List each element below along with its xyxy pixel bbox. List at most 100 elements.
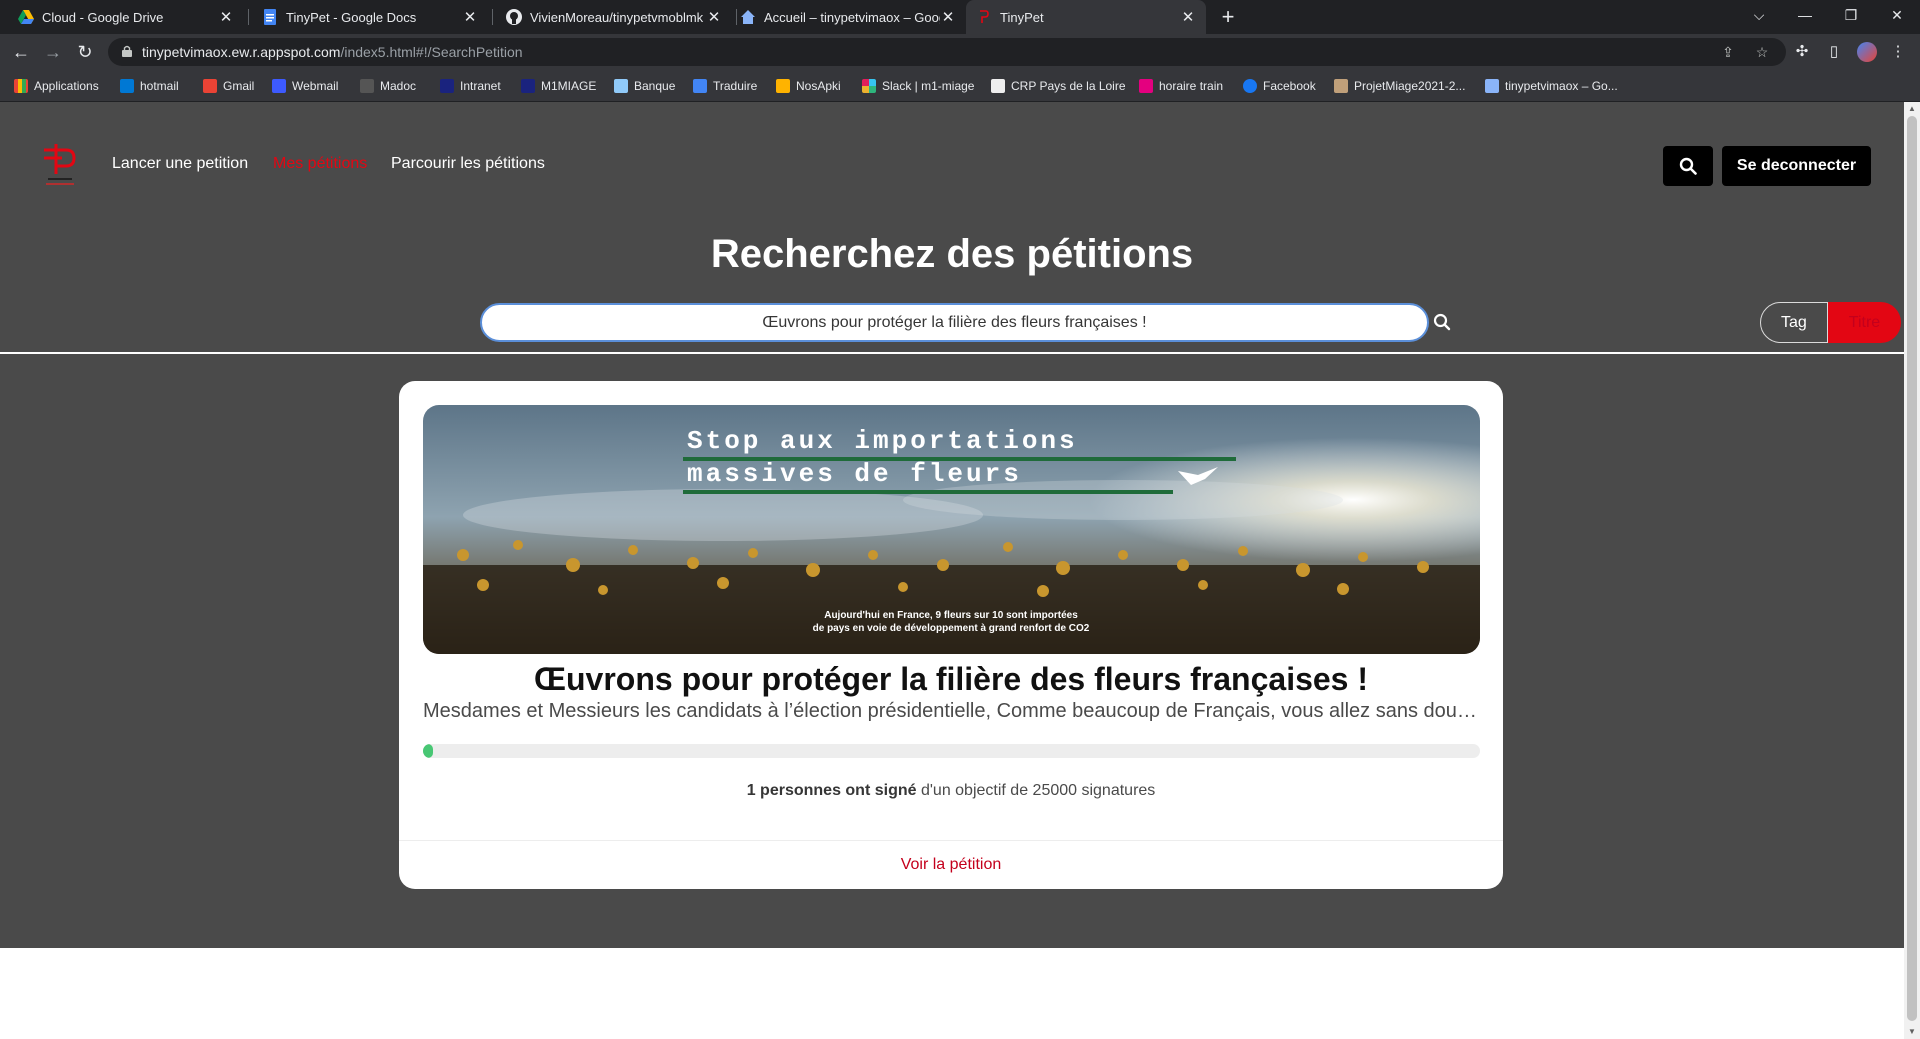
- new-tab-plus-icon[interactable]: +: [1214, 3, 1242, 31]
- crp-icon: [991, 79, 1005, 93]
- image-headline-line1: Stop aux importations: [687, 426, 1078, 456]
- bookmark-slack[interactable]: Slack | m1-miage: [862, 76, 974, 96]
- bookmark-label: Banque: [634, 79, 676, 93]
- tab-title: VivienMoreau/tinypetvmoblmk: [530, 9, 704, 25]
- tab-search-chevron-icon[interactable]: ⌵: [1736, 0, 1782, 30]
- url-host: tinypetvimaox.ew.r.appspot.com: [142, 44, 341, 60]
- nav-search-button[interactable]: [1663, 146, 1713, 186]
- bookmark-label: M1MIAGE: [541, 79, 597, 93]
- tinypet-logo[interactable]: [40, 136, 80, 192]
- scroll-down-arrow-icon[interactable]: ▼: [1904, 1025, 1920, 1039]
- nav-parcourir-petitions[interactable]: Parcourir les pétitions: [391, 155, 545, 173]
- nav-mes-petitions[interactable]: Mes pétitions: [273, 155, 367, 173]
- progress-fill: [423, 744, 433, 758]
- url-text: tinypetvimaox.ew.r.appspot.com/index5.ht…: [142, 44, 523, 60]
- toggle-titre-button[interactable]: Titre: [1827, 302, 1902, 343]
- bookmark-gmail[interactable]: Gmail: [203, 76, 254, 96]
- intranet-icon: [440, 79, 454, 93]
- bookmark-label: Webmail: [292, 79, 339, 93]
- translate-icon: [693, 79, 707, 93]
- reload-icon[interactable]: ↻: [73, 40, 97, 64]
- bookmark-hotmail[interactable]: hotmail: [120, 76, 179, 96]
- search-mode-toggle: Tag Titre: [1760, 302, 1902, 343]
- google-drive-icon: [18, 9, 34, 25]
- lock-icon: [122, 45, 132, 57]
- close-icon[interactable]: ✕: [940, 8, 956, 26]
- nosapki-icon: [776, 79, 790, 93]
- google-docs-icon: [262, 9, 278, 25]
- tab-tinypet-active[interactable]: TinyPet ✕: [966, 0, 1206, 34]
- petition-title: Œuvrons pour protéger la filière des fle…: [533, 661, 1369, 697]
- image-caption-line2: de pays en voie de développement à grand…: [813, 623, 1090, 634]
- side-panel-icon[interactable]: ▯: [1824, 42, 1844, 62]
- tab-google-drive[interactable]: Cloud - Google Drive ✕: [8, 0, 244, 34]
- restore-icon[interactable]: ❐: [1828, 0, 1874, 30]
- window-close-icon[interactable]: ✕: [1874, 0, 1920, 30]
- bookmark-label: horaire train: [1159, 79, 1224, 93]
- signed-count-text: 1 personnes ont signé: [746, 782, 917, 799]
- bookmark-applications[interactable]: Applications: [14, 76, 99, 96]
- close-icon[interactable]: ✕: [462, 8, 478, 26]
- outlook-icon: [120, 79, 134, 93]
- bookmark-crp[interactable]: CRP Pays de la Loire: [991, 76, 1126, 96]
- address-bar[interactable]: tinypetvimaox.ew.r.appspot.com/index5.ht…: [108, 38, 1786, 66]
- bookmark-webmail[interactable]: Webmail: [272, 76, 338, 96]
- minimize-icon[interactable]: —: [1782, 0, 1828, 30]
- scrollbar-thumb[interactable]: [1907, 116, 1917, 1021]
- webmail-icon: [272, 79, 286, 93]
- more-menu-icon[interactable]: ⋮: [1888, 42, 1908, 62]
- page-scrollbar[interactable]: ▲ ▼: [1904, 102, 1920, 1039]
- bookmark-label: tinypetvimaox – Go...: [1505, 79, 1618, 93]
- bookmark-traduire[interactable]: Traduire: [693, 76, 757, 96]
- extensions-puzzle-icon[interactable]: ✣: [1792, 42, 1812, 62]
- projetmiage-icon: [1334, 79, 1348, 93]
- petition-card: Stop aux importations massives de fleurs…: [399, 381, 1503, 889]
- madoc-icon: [360, 79, 374, 93]
- home-icon: [740, 9, 756, 25]
- back-arrow-icon[interactable]: ←: [9, 40, 33, 64]
- forward-arrow-icon[interactable]: →: [41, 40, 65, 64]
- bookmark-label: ProjetMiage2021-2...: [1354, 79, 1466, 93]
- bookmark-intranet[interactable]: Intranet: [440, 76, 501, 96]
- slack-icon: [862, 79, 876, 93]
- bookmark-madoc[interactable]: Madoc: [360, 76, 416, 96]
- profile-avatar[interactable]: [1857, 42, 1877, 62]
- bookmark-label: Slack | m1-miage: [882, 79, 975, 93]
- logout-button[interactable]: Se deconnecter: [1722, 146, 1871, 186]
- bookmark-nosapki[interactable]: NosApki: [776, 76, 841, 96]
- image-caption-line1: Aujourd'hui en France, 9 fleurs sur 10 s…: [824, 610, 1078, 621]
- scroll-up-arrow-icon[interactable]: ▲: [1904, 102, 1920, 116]
- tinypet-icon: [976, 9, 992, 25]
- bookmarks-bar: Applications hotmail Gmail Webmail Madoc…: [0, 70, 1920, 102]
- bank-icon: [614, 79, 628, 93]
- close-icon[interactable]: ✕: [706, 8, 722, 26]
- home-icon: [1485, 79, 1499, 93]
- bookmark-facebook[interactable]: Facebook: [1243, 76, 1316, 96]
- bookmark-banque[interactable]: Banque: [614, 76, 675, 96]
- bookmark-tinypetvimaox[interactable]: tinypetvimaox – Go...: [1485, 76, 1618, 96]
- toggle-tag-button[interactable]: Tag: [1760, 302, 1828, 343]
- bookmark-projetmiage[interactable]: ProjetMiage2021-2...: [1334, 76, 1465, 96]
- nav-lancer-petition[interactable]: Lancer une petition: [112, 155, 248, 173]
- bookmark-horaire-train[interactable]: horaire train: [1139, 76, 1223, 96]
- gmail-icon: [203, 79, 217, 93]
- search-section: Recherchez des pétitions Tag Titre: [0, 229, 1904, 353]
- bookmark-m1miage[interactable]: M1MIAGE: [521, 76, 596, 96]
- tab-title: TinyPet - Google Docs: [286, 9, 417, 25]
- search-icon[interactable]: [1433, 313, 1451, 331]
- tab-accueil[interactable]: Accueil – tinypetvimaox – Google ✕: [730, 0, 966, 34]
- bookmark-star-icon[interactable]: ☆: [1752, 42, 1772, 62]
- bookmark-label: NosApki: [796, 79, 841, 93]
- tab-title: TinyPet: [1000, 9, 1044, 25]
- close-icon[interactable]: ✕: [218, 8, 234, 26]
- close-icon[interactable]: ✕: [1180, 8, 1196, 26]
- tab-google-docs[interactable]: TinyPet - Google Docs ✕: [252, 0, 488, 34]
- view-petition-link[interactable]: Voir la pétition: [399, 840, 1503, 889]
- petition-search-input[interactable]: [480, 303, 1429, 342]
- tab-github[interactable]: VivienMoreau/tinypetvmoblmk ✕: [496, 0, 732, 34]
- page-title: Recherchez des pétitions: [710, 232, 1194, 276]
- share-icon[interactable]: ⇪: [1718, 42, 1738, 62]
- apps-grid-icon: [14, 79, 28, 93]
- bookmark-label: Facebook: [1263, 79, 1316, 93]
- url-path: /index5.html#!/SearchPetition: [340, 44, 523, 60]
